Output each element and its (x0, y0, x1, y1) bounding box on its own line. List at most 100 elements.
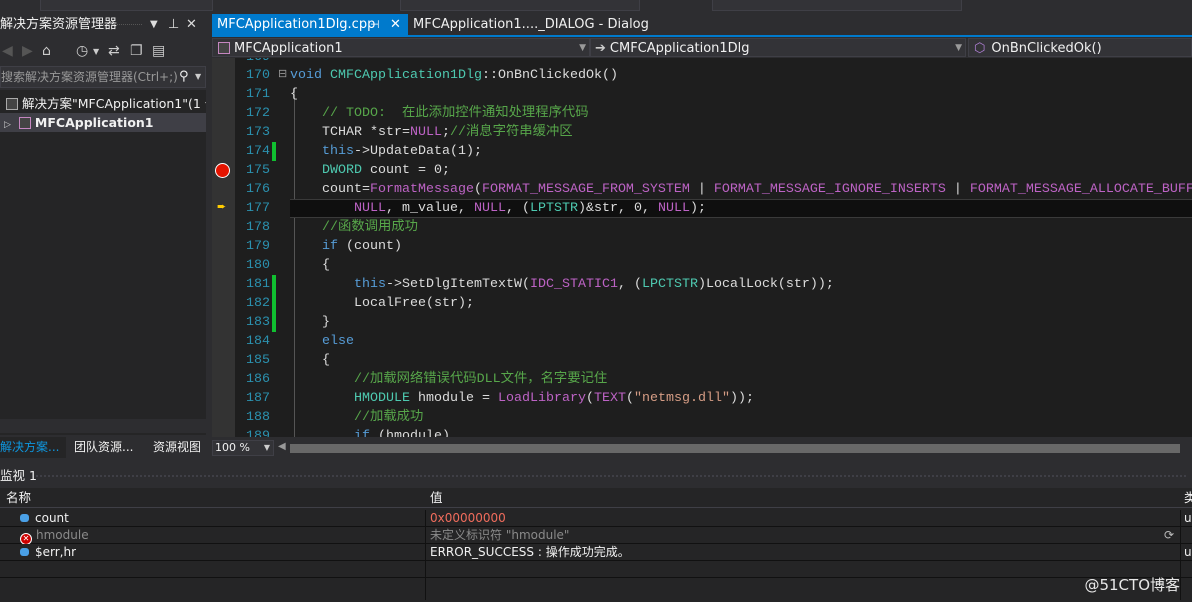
watch-row[interactable]: count 0x00000000 u (0, 510, 1192, 527)
show-all-files-icon[interactable]: ▤ (152, 43, 165, 59)
watch-name-cell[interactable]: $err,hr (20, 544, 76, 561)
code-token: FORMAT_MESSAGE_IGNORE_INSERTS (713, 182, 946, 197)
code-editor[interactable]: 169 170⊟void CMFCApplication1Dlg::OnBnCl… (212, 58, 1192, 437)
editor-bottom-bar: 100 % ▼ ◀ (212, 438, 1192, 458)
watch-row[interactable]: ✕ hmodule 未定义标识符 "hmodule" ⟳ (0, 527, 1192, 544)
collapse-all-icon[interactable]: ❐ (130, 43, 143, 59)
watch-row[interactable]: $err,hr ERROR_SUCCESS : 操作成功完成。 u (0, 544, 1192, 561)
code-text: if (count) (290, 237, 402, 256)
code-line[interactable]: 177 ➨ NULL, m_value, NULL, (LPTSTR)&str, … (212, 199, 1192, 218)
watch-value[interactable]: ERROR_SUCCESS : 操作成功完成。 (430, 544, 630, 561)
column-header-name[interactable]: 名称 (6, 488, 31, 508)
code-text: LocalFree(str); (290, 294, 474, 313)
code-line[interactable]: 171 { (212, 85, 1192, 104)
watermark: @51CTO博客 (1084, 576, 1180, 594)
menu-strip (0, 0, 1192, 12)
code-line[interactable]: 172 // TODO: 在此添加控件通知处理程序代码 (212, 104, 1192, 123)
code-line[interactable]: 183 } (212, 313, 1192, 332)
code-line[interactable]: 185 { (212, 351, 1192, 370)
horizontal-scrollbar[interactable] (0, 419, 206, 433)
code-line[interactable]: 184 else (212, 332, 1192, 351)
code-line[interactable]: 170 ⊟ void CMFCApplication1Dlg::OnBnClicke… (212, 66, 1192, 85)
solution-explorer-toolbar: ◀ ▶ ⌂ ◷ ▼ ⇄ ❐ ▤ (0, 40, 206, 64)
tab-team-explorer[interactable]: 团队资源... (74, 437, 133, 458)
code-token: //加载成功 (354, 410, 424, 425)
variable-icon (20, 548, 29, 556)
code-line[interactable]: 188 //加载成功 (212, 408, 1192, 427)
home-icon[interactable]: ⌂ (42, 43, 51, 59)
toolbar-combo[interactable] (712, 0, 962, 11)
code-text: void CMFCApplication1Dlg::OnBnClickedOk(… (290, 66, 618, 85)
code-token: FORMAT_MESSAGE_ALLOCATE_BUFFER (969, 182, 1192, 197)
watch-name-cell[interactable]: ✕ hmodule (20, 527, 89, 544)
tab-solution-explorer[interactable]: 解决方案... (0, 437, 66, 458)
member-dropdown[interactable]: ⬡ OnBnClickedOk() (968, 38, 1192, 57)
code-line[interactable]: 189 if (hmodule) (212, 427, 1192, 437)
code-token: NULL (409, 125, 442, 140)
tab-resource-view[interactable]: 资源视图 (153, 437, 201, 458)
forward-icon[interactable]: ▶ (22, 43, 33, 59)
class-dropdown[interactable]: ➔ CMFCApplication1Dlg ▼ (590, 38, 966, 57)
code-line[interactable]: 175 DWORD count = 0; (212, 161, 1192, 180)
tab-dialog-resource[interactable]: MFCApplication1...._DIALOG - Dialog (408, 14, 649, 36)
project-dropdown[interactable]: MFCApplication1 ▼ (212, 38, 590, 57)
back-icon[interactable]: ◀ (2, 43, 13, 59)
line-number: 176 (246, 182, 270, 197)
code-token: NULL (354, 201, 386, 216)
search-icon[interactable]: ⚲ (177, 67, 191, 87)
refresh-icon[interactable]: ⟳ (1164, 527, 1174, 544)
watch-row-empty[interactable] (0, 561, 1192, 578)
code-line[interactable]: 186 //加载网络错误代码DLL文件，名字要记住 (212, 370, 1192, 389)
scroll-left-icon[interactable]: ◀ (278, 441, 286, 452)
current-statement-arrow-icon[interactable]: ➨ (217, 199, 226, 218)
toolbar-combo[interactable] (40, 0, 213, 11)
drag-grip[interactable] (36, 475, 1186, 477)
code-line[interactable]: 173 TCHAR *str=NULL;//消息字符串缓冲区 (212, 123, 1192, 142)
breakpoint-icon[interactable] (215, 163, 230, 178)
solution-search-input[interactable]: 搜索解决方案资源管理器(Ctrl+;) ⚲ ▼ (0, 66, 206, 88)
code-line[interactable]: 187 HMODULE hmodule = LoadLibrary(TEXT("… (212, 389, 1192, 408)
watch-value[interactable]: 未定义标识符 "hmodule" (430, 527, 569, 544)
code-token: HMODULE (354, 391, 410, 406)
dropdown-icon[interactable]: ▼ (150, 14, 158, 36)
chevron-down-icon[interactable]: ▼ (195, 67, 201, 87)
watch-value[interactable]: 0x00000000 (430, 510, 506, 527)
zoom-dropdown[interactable]: 100 % ▼ (212, 440, 274, 456)
change-marker (272, 275, 276, 294)
code-line[interactable]: 174 this->UpdateData(1); (212, 142, 1192, 161)
tab-mfcapplication1dlg-cpp[interactable]: MFCApplication1Dlg.cpp ⊣ ✕ (212, 14, 408, 36)
toolbar-combo[interactable] (400, 0, 640, 11)
tree-item-project[interactable]: ▷ MFCApplication1 (0, 113, 206, 132)
pin-icon[interactable]: ⊣ (370, 14, 380, 36)
column-header-type[interactable]: 类 (1184, 488, 1192, 508)
close-icon[interactable]: ✕ (390, 14, 401, 36)
code-line[interactable]: 182 LocalFree(str); (212, 294, 1192, 313)
close-icon[interactable]: ✕ (186, 14, 197, 36)
code-line[interactable]: 180 { (212, 256, 1192, 275)
chevron-down-icon: ▼ (955, 43, 962, 53)
code-line[interactable]: 176 count=FormatMessage(FORMAT_MESSAGE_F… (212, 180, 1192, 199)
chevron-down-icon[interactable]: ▼ (93, 47, 99, 56)
drag-grip[interactable] (100, 24, 142, 27)
code-line[interactable]: 178 //函数调用成功 (212, 218, 1192, 237)
line-number: 175 (246, 163, 270, 178)
history-icon[interactable]: ◷ (76, 43, 88, 59)
code-token: , ( (505, 201, 530, 216)
expand-icon[interactable]: ▷ (4, 120, 11, 130)
pin-icon[interactable]: ⊥ (168, 14, 179, 36)
sync-icon[interactable]: ⇄ (108, 43, 120, 59)
search-placeholder: 搜索解决方案资源管理器(Ctrl+;) (1, 70, 178, 84)
horizontal-scrollbar-thumb[interactable] (290, 444, 1180, 453)
watch-name-cell[interactable]: count (20, 510, 69, 527)
code-line[interactable]: 181 this->SetDlgItemTextW(IDC_STATIC1, (… (212, 275, 1192, 294)
code-line[interactable]: 179 if (count) (212, 237, 1192, 256)
tree-item-solution[interactable]: 解决方案"MFCApplication1"(1 个 (0, 94, 206, 113)
column-header-value[interactable]: 值 (430, 488, 443, 508)
code-text: this->SetDlgItemTextW(IDC_STATIC1, (LPCT… (290, 275, 834, 294)
code-token: NULL (657, 201, 690, 216)
line-number: 172 (246, 106, 270, 121)
collapse-icon[interactable]: ⊟ (278, 66, 287, 85)
